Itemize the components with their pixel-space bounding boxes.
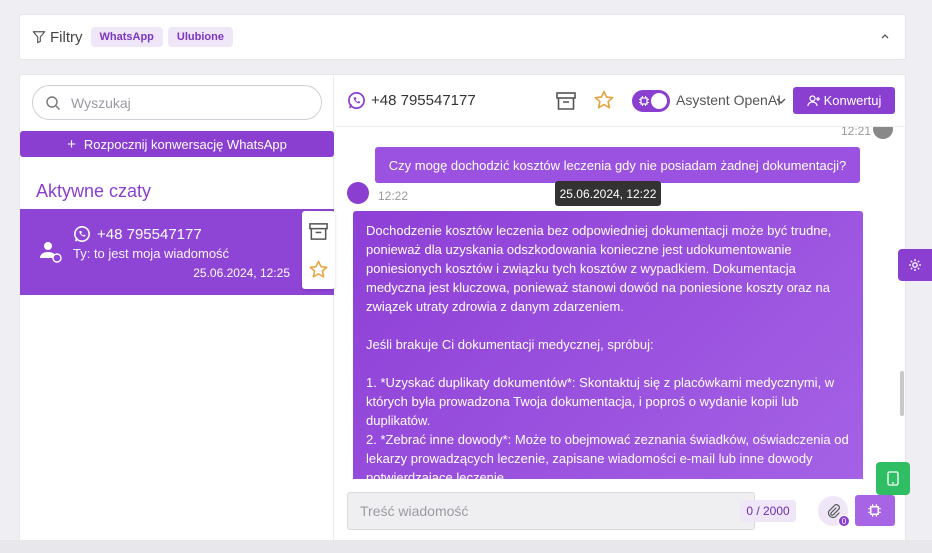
chevron-down-icon[interactable] [776, 97, 786, 105]
search-box[interactable] [32, 85, 322, 120]
chip-icon [639, 96, 649, 106]
message-time: 12:21 [841, 127, 872, 138]
filters-bar[interactable]: Filtry WhatsApp Ulubione [19, 14, 906, 60]
user-message-bubble: Czy mogę dochodzić kosztów leczenia gdy … [375, 147, 860, 183]
chat-list-column: + Rozpocznij konwersację WhatsApp Aktywn… [20, 75, 334, 543]
ai-paragraph: Dochodzenie kosztów leczenia bez odpowie… [366, 223, 832, 314]
message-input[interactable] [360, 503, 720, 519]
bottom-bar [0, 540, 932, 553]
gear-icon [909, 259, 921, 271]
whatsapp-icon [348, 92, 365, 109]
message-composer[interactable] [347, 492, 755, 530]
message-time: 12:22 [378, 189, 409, 203]
star-icon[interactable] [308, 259, 329, 280]
ai-assistant-toggle[interactable] [632, 90, 670, 112]
character-counter: 0 / 2000 [740, 500, 796, 522]
timestamp-tooltip: 25.06.2024, 12:22 [555, 181, 661, 206]
user-avatar-icon [40, 242, 62, 263]
conversation-header: +48 795547177 Asystent OpenAI Konwertuj [335, 75, 905, 127]
whatsapp-icon [73, 225, 91, 243]
avatar [347, 182, 369, 204]
toggle-knob [651, 93, 667, 109]
chip-icon [868, 504, 881, 517]
convert-button-label: Konwertuj [823, 93, 882, 108]
chat-item-date: 25.06.2024, 12:25 [193, 266, 290, 280]
archive-icon[interactable] [308, 221, 329, 242]
filter-tag-whatsapp[interactable]: WhatsApp [90, 27, 163, 47]
filters-title: Filtry [50, 28, 83, 46]
chat-item-number: +48 795547177 [97, 226, 202, 243]
convert-button[interactable]: Konwertuj [793, 87, 895, 114]
active-chats-heading: Aktywne czaty [36, 181, 152, 201]
search-input[interactable] [71, 94, 291, 111]
ai-paragraph: Jeśli brakuje Ci dokumentacji medycznej,… [366, 337, 654, 352]
mobile-preview-button[interactable] [876, 462, 910, 495]
conversation-number: +48 795547177 [371, 92, 476, 109]
chat-list-item[interactable]: +48 795547177 Ty: to jest moja wiadomość… [20, 209, 334, 295]
attachment-count-badge: 0 [838, 515, 850, 527]
filter-tag-favorites[interactable]: Ulubione [167, 27, 233, 47]
start-whatsapp-conversation-button[interactable]: + Rozpocznij konwersację WhatsApp [20, 131, 334, 157]
conversation-column: +48 795547177 Asystent OpenAI Konwertuj … [335, 75, 905, 543]
filter-icon [32, 31, 46, 44]
star-icon[interactable] [593, 89, 615, 111]
ai-message-bubble: Dochodzenie kosztów leczenia bez odpowie… [353, 211, 863, 479]
search-icon [46, 95, 60, 110]
side-settings-button[interactable] [898, 249, 932, 281]
ai-paragraph: 2. *Zebrać inne dowody*: Może to obejmow… [366, 432, 849, 479]
chevron-up-icon[interactable] [879, 30, 891, 42]
plus-icon: + [67, 135, 76, 153]
ai-paragraph: 1. *Uzyskać duplikaty dokumentów*: Skont… [366, 375, 835, 428]
chat-item-preview: Ty: to jest moja wiadomość [73, 246, 230, 261]
assistant-select[interactable]: Asystent OpenAI [676, 92, 781, 108]
ai-generate-button[interactable] [855, 495, 895, 526]
archive-icon[interactable] [555, 90, 577, 112]
message-list[interactable]: 12:21 Czy mogę dochodzić kosztów leczeni… [335, 127, 905, 479]
start-button-label: Rozpocznij konwersację WhatsApp [83, 136, 287, 152]
scrollbar[interactable] [900, 371, 904, 416]
bot-avatar-icon [873, 127, 893, 139]
attach-button[interactable]: 0 [818, 496, 850, 527]
add-user-icon [806, 94, 820, 106]
user-message-text: Czy mogę dochodzić kosztów leczenia gdy … [388, 157, 847, 173]
chat-actions-menu [302, 211, 335, 289]
phone-icon [887, 471, 899, 486]
chat-panel: + Rozpocznij konwersację WhatsApp Aktywn… [19, 74, 906, 544]
